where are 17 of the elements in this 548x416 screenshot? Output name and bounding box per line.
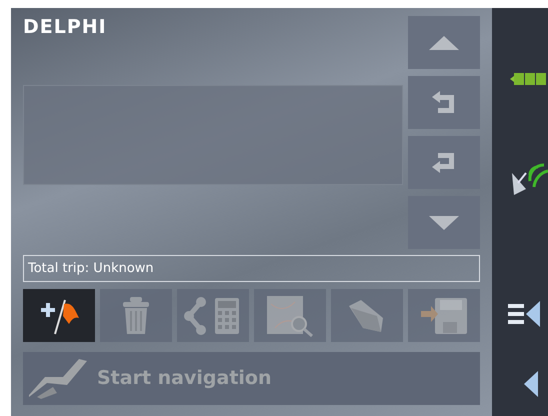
map-magnifier-icon: [265, 294, 315, 338]
brand-logo: DELPHI: [23, 16, 107, 37]
trash-can-icon: [121, 296, 151, 336]
scroll-up-button[interactable]: [408, 16, 480, 69]
total-trip-label: Total trip: Unknown: [23, 255, 480, 282]
add-destination-button[interactable]: [23, 289, 95, 342]
back-button[interactable]: [524, 371, 538, 397]
scroll-down-button[interactable]: [408, 196, 480, 249]
up-arrow-icon: [429, 36, 459, 50]
menu-collapse-icon: [506, 299, 542, 329]
back-arrow-icon: [524, 371, 538, 397]
previous-button[interactable]: [408, 76, 480, 129]
battery-icon: [510, 72, 548, 86]
menu-button[interactable]: [506, 299, 542, 329]
down-arrow-icon: [429, 216, 459, 230]
floppy-disk-icon: [419, 296, 469, 336]
next-button[interactable]: [408, 136, 480, 189]
